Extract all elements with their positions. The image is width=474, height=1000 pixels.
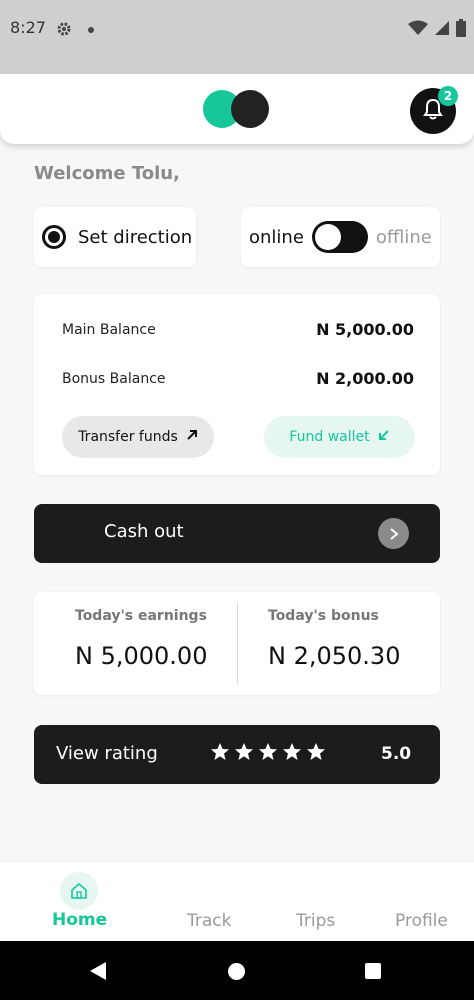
view-rating-label: View rating: [56, 743, 158, 764]
nav-item-track[interactable]: Track: [187, 911, 231, 931]
chevron-right-icon: [378, 518, 409, 549]
bonus-balance-row: Bonus Balance N 2,000.00: [62, 369, 414, 388]
balance-card: Main Balance N 5,000.00 Bonus Balance N …: [34, 294, 440, 475]
star-icon: [211, 743, 229, 760]
rating-stars: [210, 742, 326, 762]
rating-value: 5.0: [381, 744, 412, 764]
cash-out-button[interactable]: Cash out: [34, 504, 440, 563]
today-earnings: Today's earnings N 5,000.00: [75, 608, 207, 670]
star-icon: [235, 743, 253, 760]
earnings-card: Today's earnings N 5,000.00 Today's bonu…: [34, 592, 440, 695]
main-balance-value: N 5,000.00: [316, 320, 414, 339]
gear-icon: [56, 21, 72, 41]
welcome-text: Welcome Tolu,: [34, 163, 180, 184]
main-balance-label: Main Balance: [62, 321, 156, 338]
transfer-funds-label: Transfer funds: [78, 429, 178, 445]
radio-icon: [42, 225, 66, 249]
today-earnings-value: N 5,000.00: [75, 642, 208, 670]
arrow-down-left-icon: [378, 429, 390, 445]
system-navigation-bar: [0, 941, 474, 1000]
bonus-balance-value: N 2,000.00: [316, 369, 414, 388]
star-icon: [259, 743, 277, 760]
star-icon: [283, 743, 301, 760]
today-bonus: Today's bonus N 2,050.30: [268, 608, 400, 670]
set-direction-button[interactable]: Set direction: [34, 207, 196, 267]
online-label: online: [249, 226, 304, 248]
notification-badge: 2: [438, 86, 458, 106]
app-logo: [203, 90, 273, 128]
fund-wallet-button[interactable]: Fund wallet: [264, 416, 415, 458]
notification-button[interactable]: 2: [410, 86, 458, 134]
status-toggle-card: online offline: [241, 207, 440, 267]
offline-label: offline: [375, 226, 432, 248]
status-bar: 8:27: [0, 0, 474, 74]
arrow-up-right-icon: [186, 429, 198, 445]
transfer-funds-button[interactable]: Transfer funds: [62, 416, 214, 458]
home-circle-icon[interactable]: [228, 963, 245, 980]
signal-icon: [434, 20, 450, 40]
bottom-navigation: Home Track Trips Profile: [0, 861, 474, 941]
nav-item-trips[interactable]: Trips: [296, 911, 335, 931]
online-toggle[interactable]: [311, 221, 368, 253]
wifi-icon: [408, 20, 428, 40]
recents-icon[interactable]: [365, 963, 381, 979]
view-rating-button[interactable]: View rating 5.0: [34, 725, 440, 784]
set-direction-label: Set direction: [78, 226, 193, 248]
bonus-balance-label: Bonus Balance: [62, 370, 166, 387]
today-bonus-value: N 2,050.30: [268, 642, 401, 670]
dot-icon: [88, 27, 94, 33]
status-time: 8:27: [10, 18, 46, 37]
main-balance-row: Main Balance N 5,000.00: [62, 320, 414, 339]
cash-out-label: Cash out: [104, 521, 184, 542]
fund-wallet-label: Fund wallet: [289, 429, 370, 445]
nav-item-profile[interactable]: Profile: [395, 911, 448, 931]
today-earnings-label: Today's earnings: [75, 608, 207, 624]
nav-item-home[interactable]: Home: [52, 910, 107, 930]
divider: [237, 602, 238, 685]
back-icon[interactable]: [88, 960, 108, 986]
app-header: 2: [0, 74, 474, 144]
home-icon[interactable]: [60, 872, 98, 910]
star-icon: [307, 743, 325, 760]
battery-icon: [456, 19, 466, 41]
today-bonus-label: Today's bonus: [268, 608, 379, 624]
